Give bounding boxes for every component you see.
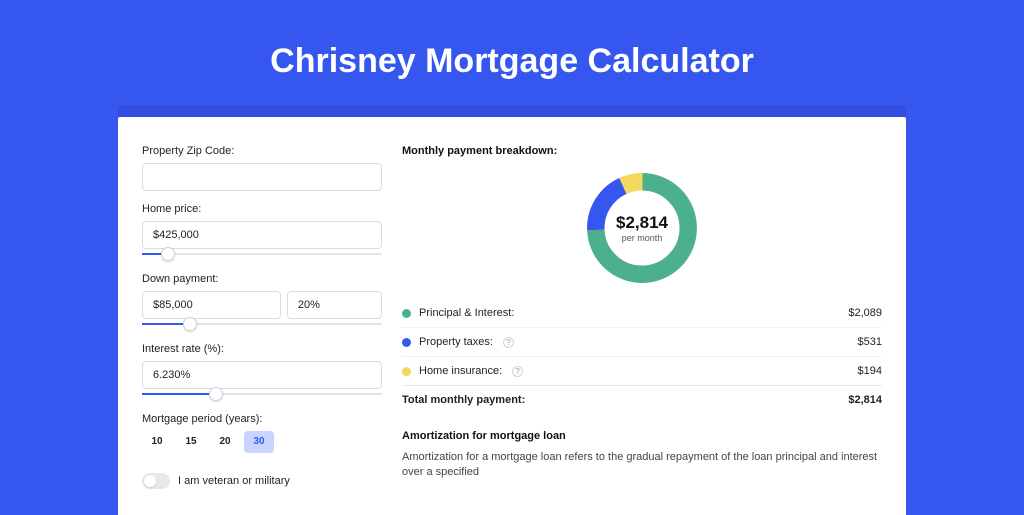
home-price-slider[interactable] [142, 247, 382, 261]
legend-dot [402, 309, 411, 318]
amortization-section: Amortization for mortgage loan Amortizat… [402, 430, 882, 481]
zip-input[interactable] [142, 163, 382, 191]
interest-rate-input[interactable] [142, 361, 382, 389]
breakdown-panel: Monthly payment breakdown: $2,814 per mo… [402, 137, 882, 515]
zip-label: Property Zip Code: [142, 145, 382, 157]
legend-value: $194 [858, 365, 882, 377]
legend-total-label: Total monthly payment: [402, 394, 525, 406]
amortization-title: Amortization for mortgage loan [402, 430, 882, 442]
veteran-label: I am veteran or military [178, 475, 290, 487]
info-icon[interactable]: ? [512, 366, 523, 377]
page-title: Chrisney Mortgage Calculator [0, 0, 1024, 105]
legend-dot [402, 367, 411, 376]
legend-label: Property taxes: [419, 336, 493, 348]
legend-label: Home insurance: [419, 365, 502, 377]
info-icon[interactable]: ? [503, 337, 514, 348]
amortization-text: Amortization for a mortgage loan refers … [402, 450, 882, 481]
veteran-toggle[interactable] [142, 473, 170, 489]
home-price-label: Home price: [142, 203, 382, 215]
down-payment-input[interactable] [142, 291, 281, 319]
legend-value: $531 [858, 336, 882, 348]
legend-value: $2,089 [848, 307, 882, 319]
mortgage-period-group: 10152030 [142, 431, 382, 453]
down-payment-slider[interactable] [142, 317, 382, 331]
legend-label: Principal & Interest: [419, 307, 514, 319]
home-price-input[interactable] [142, 221, 382, 249]
legend-dot [402, 338, 411, 347]
period-btn-20[interactable]: 20 [210, 431, 240, 453]
legend-total-value: $2,814 [848, 394, 882, 406]
interest-rate-slider[interactable] [142, 387, 382, 401]
legend-row: Principal & Interest: $2,089 [402, 299, 882, 327]
down-payment-pct-input[interactable] [287, 291, 382, 319]
breakdown-title: Monthly payment breakdown: [402, 145, 882, 157]
donut-sublabel: per month [622, 233, 663, 243]
donut-amount: $2,814 [616, 213, 668, 233]
period-btn-15[interactable]: 15 [176, 431, 206, 453]
mortgage-period-label: Mortgage period (years): [142, 413, 382, 425]
down-payment-label: Down payment: [142, 273, 382, 285]
calculator-card: Property Zip Code: Home price: Down paym… [118, 117, 906, 515]
legend-row: Home insurance:? $194 [402, 356, 882, 385]
breakdown-legend: Principal & Interest: $2,089 Property taxe… [402, 299, 882, 414]
legend-total-row: Total monthly payment: $2,814 [402, 385, 882, 414]
period-btn-10[interactable]: 10 [142, 431, 172, 453]
interest-rate-label: Interest rate (%): [142, 343, 382, 355]
card-frame: Property Zip Code: Home price: Down paym… [118, 105, 906, 515]
inputs-panel: Property Zip Code: Home price: Down paym… [142, 137, 382, 515]
payment-donut-chart: $2,814 per month [581, 167, 703, 289]
legend-row: Property taxes:? $531 [402, 327, 882, 356]
period-btn-30[interactable]: 30 [244, 431, 274, 453]
